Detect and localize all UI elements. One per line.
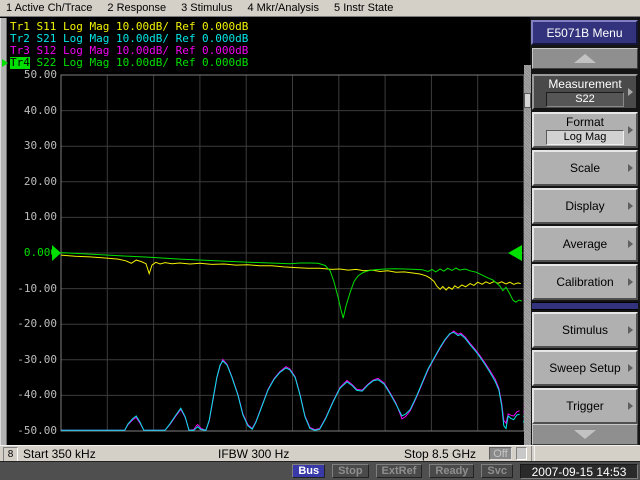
status-indicator-extref: ExtRef (376, 464, 423, 478)
status-indicator-bus: Bus (292, 464, 325, 478)
ifbw-value: IFBW 300 Hz (218, 447, 289, 461)
trace-tr3 (61, 331, 520, 430)
trace-tr1 (61, 255, 521, 290)
instrument-status-bar: Bus Stop ExtRef Ready Svc 2007-09-15 14:53 (0, 461, 640, 480)
analyzer-screen: 1 Active Ch/Trace2 Response3 Stimulus4 M… (0, 0, 640, 480)
softkey-value: S22 (546, 92, 624, 107)
arrow-slot (1, 33, 10, 45)
submenu-arrow-icon (628, 126, 633, 134)
softkey-label: Average (563, 237, 607, 251)
softkey-label: Measurement (548, 77, 621, 91)
ref-level-marker-left (52, 245, 61, 261)
softkey-display[interactable]: Display (532, 188, 638, 224)
up-arrow-icon (574, 54, 596, 63)
sidebar-scrollbar[interactable] (524, 65, 531, 445)
scroll-up-button[interactable] (532, 48, 638, 69)
menu-title: E5071B Menu (531, 20, 638, 45)
softkey-scale[interactable]: Scale (532, 150, 638, 186)
off-indicator: Off (489, 447, 512, 460)
menu-item[interactable]: 4 Mkr/Analysis (247, 2, 319, 14)
softkey-label: Calibration (556, 275, 613, 289)
s-parameter-plot: 1234 (50, 72, 536, 436)
submenu-arrow-icon (628, 202, 633, 210)
submenu-arrow-icon (628, 164, 633, 172)
submenu-arrow-icon (628, 88, 633, 96)
status-indicator-svc: Svc (481, 464, 513, 478)
softkey-format[interactable]: FormatLog Mag (532, 112, 638, 148)
softkey-average[interactable]: Average (532, 226, 638, 262)
softkey-label: Display (565, 199, 604, 213)
scroll-down-button[interactable] (532, 424, 638, 445)
softkey-label: Scale (570, 161, 600, 175)
softkey-trigger[interactable]: Trigger (532, 388, 638, 424)
menu-bar: 1 Active Ch/Trace2 Response3 Stimulus4 M… (0, 0, 640, 17)
status-bar: 8 Start 350 kHz IFBW 300 Hz Stop 8.5 GHz… (0, 445, 640, 461)
menu-item[interactable]: 2 Response (107, 2, 166, 14)
arrow-slot (1, 21, 10, 33)
arrow-slot (1, 45, 10, 57)
softkey-separator (532, 302, 638, 310)
status-indicators: Bus Stop ExtRef Ready Svc (292, 464, 513, 478)
window-left-edge (0, 18, 7, 445)
softkey-calibration[interactable]: Calibration (532, 264, 638, 300)
submenu-arrow-icon (628, 402, 633, 410)
submenu-arrow-icon (628, 240, 633, 248)
softkey-label: Sweep Setup (549, 361, 620, 375)
softkey-label: Stimulus (562, 323, 608, 337)
softkey-stimulus[interactable]: Stimulus (532, 312, 638, 348)
down-arrow-icon (574, 430, 596, 439)
start-frequency: Start 350 kHz (23, 447, 96, 461)
menu-item[interactable]: 5 Instr State (334, 2, 393, 14)
softkey-sweep-setup[interactable]: Sweep Setup (532, 350, 638, 386)
status-indicator-stop: Stop (332, 464, 368, 478)
softkey-buttons: MeasurementS22FormatLog MagScaleDisplayA… (532, 74, 638, 424)
datetime-display: 2007-09-15 14:53 (520, 464, 638, 479)
trace-settings-text: S22 Log Mag 10.00dB/ Ref 0.000dB (30, 57, 249, 69)
chart-svg: 1234 (50, 72, 536, 436)
submenu-arrow-icon (628, 364, 633, 372)
softkey-sidebar: E5071B Menu MeasurementS22FormatLog MagS… (530, 17, 640, 462)
ref-level-marker-right (508, 245, 522, 261)
menu-item[interactable]: 3 Stimulus (181, 2, 232, 14)
trace-tr2 (61, 332, 520, 430)
softkey-label: Format (566, 115, 604, 129)
active-trace-arrow-icon (1, 57, 10, 69)
stop-frequency: Stop 8.5 GHz (404, 447, 476, 461)
softkey-value: Log Mag (546, 130, 624, 145)
softkey-label: Trigger (566, 399, 604, 413)
status-divider (531, 446, 535, 461)
submenu-arrow-icon (628, 326, 633, 334)
status-mini-box (516, 447, 527, 460)
submenu-arrow-icon (628, 278, 633, 286)
softkey-measurement[interactable]: MeasurementS22 (532, 74, 638, 110)
status-indicator-ready: Ready (429, 464, 474, 478)
scrollbar-thumb[interactable] (524, 93, 531, 108)
channel-indicator: 8 (3, 447, 18, 462)
